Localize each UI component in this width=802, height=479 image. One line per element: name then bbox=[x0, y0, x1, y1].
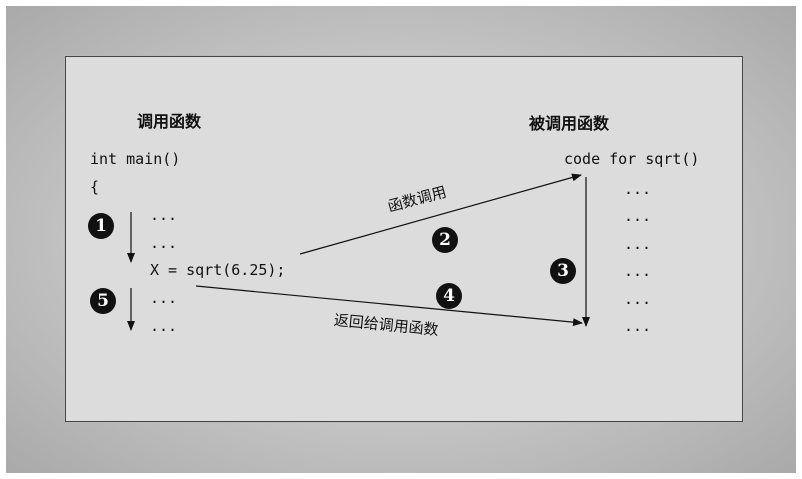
callee-header: code for sqrt() bbox=[564, 150, 700, 168]
callee-line: ... bbox=[624, 180, 652, 198]
step-badge-4: 4 bbox=[436, 283, 462, 309]
step-badge-1: 1 bbox=[88, 213, 114, 239]
code-line-ellipsis: ... bbox=[150, 234, 178, 252]
step-badge-5: 5 bbox=[90, 288, 116, 314]
code-line-ellipsis: ... bbox=[150, 317, 178, 335]
callee-line: ... bbox=[624, 290, 652, 308]
callee-line: ... bbox=[624, 317, 652, 335]
code-line-ellipsis: ... bbox=[150, 289, 178, 307]
code-line-main: int main() bbox=[90, 150, 181, 168]
caller-title: 调用函数 bbox=[137, 112, 202, 131]
code-line-brace: { bbox=[90, 178, 100, 196]
callee-line: ... bbox=[624, 207, 652, 225]
callee-title: 被调用函数 bbox=[529, 114, 610, 133]
callee-line: ... bbox=[624, 262, 652, 280]
step-badge-3: 3 bbox=[550, 258, 576, 284]
callee-line: ... bbox=[624, 235, 652, 253]
code-line-ellipsis: ... bbox=[150, 206, 178, 224]
code-line-sqrt-call: X = sqrt(6.25); bbox=[150, 261, 286, 279]
step-badge-2: 2 bbox=[432, 227, 458, 253]
arrows-layer bbox=[127, 173, 590, 331]
